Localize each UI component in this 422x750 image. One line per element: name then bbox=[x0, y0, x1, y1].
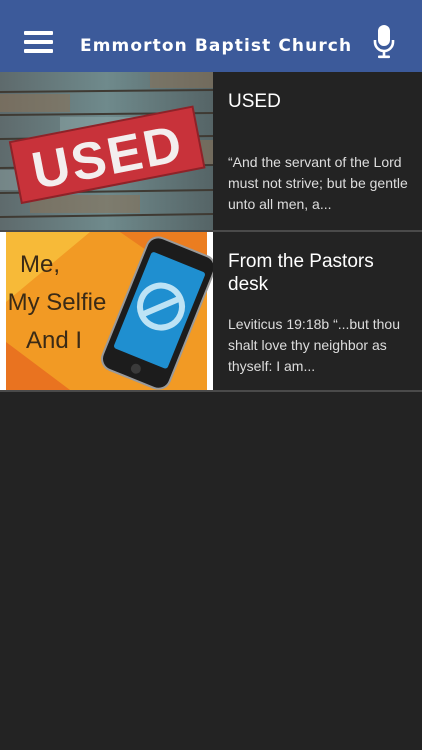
post-thumbnail-used: USED bbox=[0, 72, 213, 230]
post-excerpt: Leviticus 19:18b “...but thou shalt love… bbox=[228, 316, 400, 374]
app-header: Emmorton Baptist Church bbox=[0, 0, 422, 72]
post-list: USED USED “And the servant of the Lord m… bbox=[0, 72, 422, 392]
menu-icon[interactable] bbox=[24, 31, 53, 53]
post-title: USED bbox=[228, 91, 281, 112]
selfie-line-1: Me, bbox=[20, 251, 60, 278]
page-title: Emmorton Baptist Church bbox=[80, 36, 353, 56]
microphone-icon[interactable] bbox=[373, 25, 395, 59]
selfie-line-3: And I bbox=[26, 327, 82, 354]
post-title: From the Pastors desk bbox=[228, 251, 374, 295]
selfie-line-2: My Selfie bbox=[8, 289, 107, 316]
list-item[interactable]: USED USED “And the servant of the Lord m… bbox=[0, 72, 422, 232]
post-excerpt: “And the servant of the Lord must not st… bbox=[228, 154, 408, 212]
app-screen: Emmorton Baptist Church USED USED “And t… bbox=[0, 0, 422, 750]
list-item[interactable]: Me, My Selfie And I From the Pastors des… bbox=[0, 232, 422, 392]
post-thumbnail-selfie: Me, My Selfie And I bbox=[0, 232, 213, 390]
